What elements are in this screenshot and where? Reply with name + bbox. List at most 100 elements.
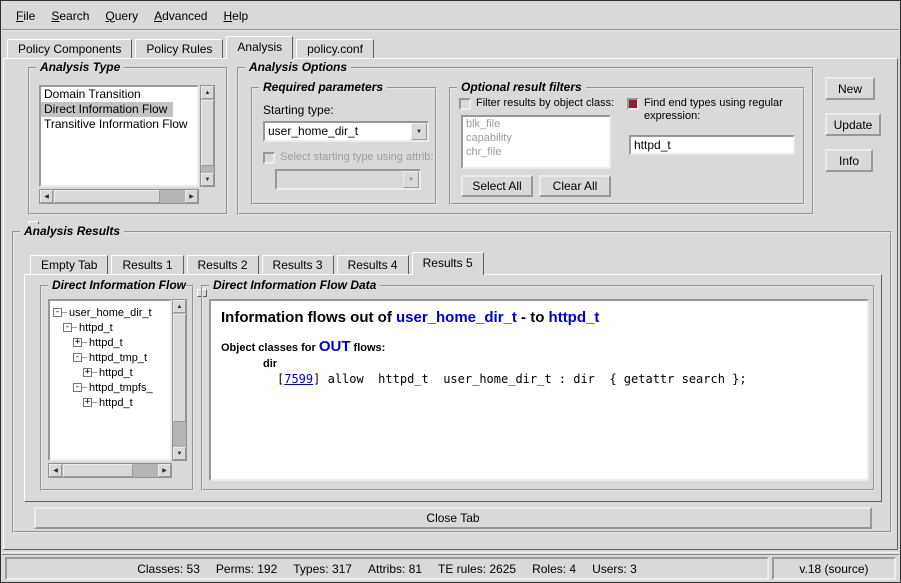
flow-target-type: httpd_t (549, 309, 600, 326)
attrib-combobox[interactable]: ▼ (275, 169, 421, 190)
scroll-trough[interactable] (62, 464, 158, 477)
tab-results-4[interactable]: Results 4 (337, 255, 409, 274)
attrib-combobox-value (277, 171, 403, 188)
tab-results-3[interactable]: Results 3 (262, 255, 334, 274)
tree-vscrollbar[interactable]: ▲ ▼ (172, 299, 187, 461)
tree-row[interactable]: + httpd_t (83, 395, 170, 410)
dropdown-glyph: ▼ (408, 177, 414, 183)
analysis-type-listbox[interactable]: Domain Transition Direct Information Flo… (39, 85, 199, 187)
scroll-up-icon[interactable]: ▲ (173, 300, 186, 313)
tree-row[interactable]: -httpd_t (63, 320, 170, 335)
tree-row[interactable]: -httpd_tmpfs_ (73, 380, 170, 395)
tree-row[interactable]: -httpd_tmp_t (73, 350, 170, 365)
scroll-down-icon[interactable]: ▼ (173, 447, 186, 460)
tab-policy-components[interactable]: Policy Components (7, 39, 132, 58)
tab-policy-conf[interactable]: policy.conf (296, 39, 374, 58)
scroll-trough[interactable] (53, 190, 185, 203)
tree-node-label[interactable]: httpd_t (87, 337, 123, 349)
tree-node-label[interactable]: httpd_t (77, 322, 113, 334)
arrow-down-glyph: ▼ (205, 177, 211, 183)
analysis-type-group: Analysis Type Domain Transition Direct I… (28, 67, 228, 215)
object-class-checkbox[interactable] (459, 98, 471, 110)
list-item[interactable]: Transitive Information Flow (41, 117, 197, 132)
scroll-thumb[interactable] (173, 314, 186, 422)
flow-data-group: Direct Information Flow Data Information… (201, 285, 875, 491)
status-separator (2, 552, 899, 555)
update-button-label: Update (834, 118, 873, 132)
scroll-up-icon[interactable]: ▲ (201, 86, 214, 99)
tree-expander-icon[interactable]: + (73, 338, 82, 347)
scroll-thumb[interactable] (54, 190, 160, 203)
analysis-type-vscrollbar[interactable]: ▲ ▼ (200, 85, 215, 187)
rule-id-link[interactable]: 7599 (284, 372, 313, 386)
tree-node-label[interactable]: httpd_tmpfs_ (87, 382, 153, 394)
tree-row[interactable]: + httpd_t (73, 335, 170, 350)
scroll-left-icon[interactable]: ◀ (49, 464, 62, 477)
update-button[interactable]: Update (825, 113, 881, 136)
tree-node-label[interactable]: httpd_t (97, 397, 133, 409)
tree-expander-icon[interactable]: - (73, 353, 82, 362)
clear-all-button[interactable]: Clear All (539, 175, 611, 197)
tree-hscrollbar[interactable]: ◀ ▶ (48, 463, 172, 478)
menu-query[interactable]: Query (97, 6, 146, 26)
list-item[interactable]: Domain Transition (41, 87, 197, 102)
flow-tree[interactable]: -user_home_dir_t -httpd_t +httpd_t -http… (48, 299, 172, 461)
te-rule-line: [7599] allow httpd_t user_home_dir_t : d… (277, 372, 857, 386)
flow-heading: Information flows out of user_home_dir_t… (221, 309, 857, 326)
scroll-down-icon[interactable]: ▼ (201, 173, 214, 186)
optional-filters-title: Optional result filters (457, 80, 586, 94)
stat-perms: Perms: 192 (216, 562, 277, 576)
tab-policy-rules[interactable]: Policy Rules (135, 39, 223, 58)
starting-type-label: Starting type: (263, 103, 334, 117)
scroll-right-icon[interactable]: ▶ (158, 464, 171, 477)
menu-file[interactable]: File (8, 6, 43, 26)
regex-checkbox[interactable] (627, 98, 639, 110)
tree-node-label[interactable]: user_home_dir_t (67, 307, 152, 319)
app-window: File Search Query Advanced Help Policy C… (0, 0, 901, 583)
object-class-listbox[interactable]: blk_file capability chr_file (461, 115, 611, 169)
menu-advanced[interactable]: Advanced (146, 6, 215, 26)
tree-row[interactable]: -user_home_dir_t (53, 305, 170, 320)
new-button[interactable]: New (825, 77, 875, 100)
scroll-left-icon[interactable]: ◀ (40, 190, 53, 203)
tree-expander-icon[interactable]: + (83, 398, 92, 407)
flow-source-type: user_home_dir_t (396, 309, 517, 326)
tree-expander-icon[interactable]: - (53, 308, 62, 317)
tab-results-2[interactable]: Results 2 (187, 255, 259, 274)
tree-expander-icon[interactable]: - (73, 383, 82, 392)
tab-empty[interactable]: Empty Tab (30, 255, 108, 274)
starting-type-combobox[interactable]: user_home_dir_t ▼ (263, 121, 429, 142)
tab-results-1[interactable]: Results 1 (111, 255, 183, 274)
arrow-right-glyph: ▶ (162, 467, 167, 474)
list-item-selected[interactable]: Direct Information Flow (41, 102, 173, 117)
scroll-right-icon[interactable]: ▶ (185, 190, 198, 203)
tab-analysis[interactable]: Analysis (226, 36, 293, 59)
tree-expander-icon[interactable]: - (63, 323, 72, 332)
dropdown-arrow-icon[interactable]: ▼ (411, 123, 427, 140)
optional-filters-group: Optional result filters Filter results b… (449, 87, 805, 205)
tree-row[interactable]: + httpd_t (83, 365, 170, 380)
close-tab-button[interactable]: Close Tab (34, 507, 872, 529)
scroll-trough[interactable] (201, 99, 214, 173)
tab-results-5[interactable]: Results 5 (412, 252, 484, 275)
analysis-type-hscrollbar[interactable]: ◀ ▶ (39, 189, 199, 204)
scroll-thumb[interactable] (63, 464, 133, 477)
menu-help[interactable]: Help (215, 6, 256, 26)
arrow-down-glyph: ▼ (177, 451, 183, 457)
dropdown-arrow-icon[interactable]: ▼ (403, 171, 419, 188)
scroll-thumb[interactable] (201, 100, 214, 166)
scroll-trough[interactable] (173, 313, 186, 447)
flow-data-text[interactable]: Information flows out of user_home_dir_t… (209, 299, 869, 481)
main-tab-bar: Policy Components Policy Rules Analysis … (7, 36, 377, 59)
info-button[interactable]: Info (825, 149, 873, 172)
attrib-checkbox[interactable] (263, 152, 275, 164)
tree-node-label[interactable]: httpd_tmp_t (87, 352, 147, 364)
regex-checkbox-label: Find end types using regular expression: (644, 97, 801, 123)
select-all-button[interactable]: Select All (461, 175, 533, 197)
tree-node-label[interactable]: httpd_t (97, 367, 133, 379)
required-parameters-title: Required parameters (259, 80, 387, 94)
menu-search[interactable]: Search (43, 6, 97, 26)
regex-input[interactable] (629, 135, 795, 155)
tree-expander-icon[interactable]: + (83, 368, 92, 377)
policy-version: v.18 (source) (799, 562, 868, 576)
